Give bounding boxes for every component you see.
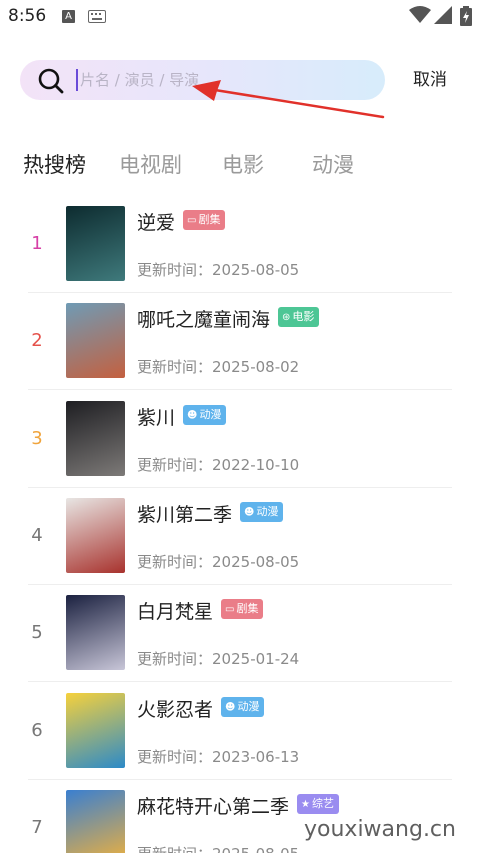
item-title[interactable]: 紫川第二季 (137, 500, 232, 527)
tab-hot-search[interactable]: 热搜榜 (23, 148, 86, 182)
category-badge: ☻ 动漫 (183, 404, 227, 425)
item-title[interactable]: 逆爱 (137, 208, 175, 235)
list-item[interactable]: 3 紫川 ☻ 动漫更新时间：2022-10-10 (0, 391, 480, 488)
category-tabs: 热搜榜 电视剧 电影 动漫 (0, 148, 480, 182)
rank-number: 3 (31, 427, 43, 449)
list-item[interactable]: 4 紫川第二季 ☻ 动漫更新时间：2025-08-05 (0, 488, 480, 585)
text-cursor (76, 69, 78, 91)
badge-label: 动漫 (199, 407, 222, 421)
list-item[interactable]: 1 逆爱 ▭ 剧集更新时间：2025-08-05 (0, 196, 480, 293)
update-date: 2025-01-24 (212, 650, 300, 669)
update-time: 更新时间：2025-01-24 (137, 648, 299, 669)
series-badge-icon: ▭ (225, 604, 235, 616)
rank-number: 1 (31, 233, 43, 254)
update-time-label: 更新时间： (137, 845, 212, 853)
rank-number: 5 (31, 622, 43, 644)
update-time: 更新时间：2022-10-10 (137, 454, 299, 475)
watermark-text: youxiwang.cn (304, 817, 456, 842)
item-title[interactable]: 白月梵星 (137, 597, 213, 624)
update-time-label: 更新时间： (137, 650, 213, 669)
update-date: 2023-06-13 (212, 747, 300, 766)
item-title[interactable]: 哪吒之魔童闹海 (137, 305, 270, 332)
status-bar: 8:56 A (0, 0, 480, 34)
update-time: 更新时间：2025-08-05 (137, 843, 299, 853)
poster-image[interactable] (66, 595, 125, 671)
update-date: 2025-08-02 (212, 358, 300, 377)
tab-tv-series[interactable]: 电视剧 (119, 148, 182, 182)
item-title[interactable]: 紫川 (137, 403, 175, 430)
poster-image[interactable] (66, 497, 125, 573)
anime-badge-icon: ☻ (244, 506, 255, 518)
keyboard-icon (88, 10, 106, 23)
update-time-label: 更新时间： (137, 261, 213, 279)
rank-number: 7 (31, 816, 43, 838)
category-badge: ▭ 剧集 (183, 210, 226, 230)
item-title[interactable]: 麻花特开心第二季 (137, 792, 289, 819)
search-input[interactable] (80, 60, 370, 100)
badge-label: 动漫 (256, 504, 279, 518)
badge-label: 剧集 (236, 602, 259, 616)
signal-icon (434, 6, 452, 24)
poster-image[interactable] (66, 400, 125, 476)
update-time-label: 更新时间： (137, 747, 213, 766)
update-date: 2025-08-05 (212, 845, 299, 853)
update-date: 2025-08-05 (212, 261, 300, 279)
update-time-label: 更新时间： (137, 358, 213, 377)
badge-label: 动漫 (237, 699, 260, 713)
category-badge: ☻ 动漫 (221, 696, 265, 717)
variety-badge-icon: ★ (301, 798, 310, 810)
update-time: 更新时间：2025-08-05 (137, 551, 299, 572)
anime-badge-icon: ☻ (187, 409, 198, 421)
update-time: 更新时间：2025-08-02 (137, 356, 299, 377)
item-title[interactable]: 火影忍者 (137, 695, 213, 722)
badge-label: 综艺 (311, 796, 334, 810)
tab-movies[interactable]: 电影 (222, 148, 264, 182)
wifi-icon (409, 6, 431, 23)
update-time-label: 更新时间： (137, 455, 213, 474)
update-date: 2025-08-05 (212, 552, 300, 571)
movie-badge-icon: ⊛ (282, 312, 291, 324)
poster-image[interactable] (66, 303, 125, 379)
category-badge: ☻ 动漫 (240, 501, 284, 522)
tab-anime[interactable]: 动漫 (312, 148, 354, 182)
update-time: 更新时间：2023-06-13 (137, 746, 299, 767)
search-icon (38, 68, 64, 94)
update-time-label: 更新时间： (137, 552, 213, 571)
list-item[interactable]: 2 哪吒之魔童闹海 ⊛ 电影更新时间：2025-08-02 (0, 293, 480, 391)
series-badge-icon: ▭ (187, 215, 197, 226)
a-icon: A (62, 10, 75, 23)
poster-image[interactable] (66, 206, 125, 281)
category-badge: ★ 综艺 (297, 793, 339, 814)
list-item[interactable]: 6 火影忍者 ☻ 动漫更新时间：2023-06-13 (0, 683, 480, 780)
update-date: 2022-10-10 (212, 455, 300, 474)
category-badge: ▭ 剧集 (221, 599, 264, 620)
rank-number: 4 (31, 524, 43, 546)
list-item[interactable]: 5 白月梵星 ▭ 剧集更新时间：2025-01-24 (0, 585, 480, 683)
rank-number: 2 (31, 330, 43, 352)
rank-number: 6 (31, 719, 43, 741)
battery-icon (460, 6, 472, 26)
category-badge: ⊛ 电影 (278, 307, 320, 328)
cancel-button[interactable]: 取消 (404, 66, 456, 94)
poster-image[interactable] (66, 789, 125, 853)
status-time: 8:56 (8, 6, 47, 26)
poster-image[interactable] (66, 692, 125, 768)
badge-label: 电影 (292, 310, 315, 324)
update-time: 更新时间：2025-08-05 (137, 259, 299, 280)
anime-badge-icon: ☻ (225, 701, 236, 713)
badge-label: 剧集 (198, 213, 221, 226)
